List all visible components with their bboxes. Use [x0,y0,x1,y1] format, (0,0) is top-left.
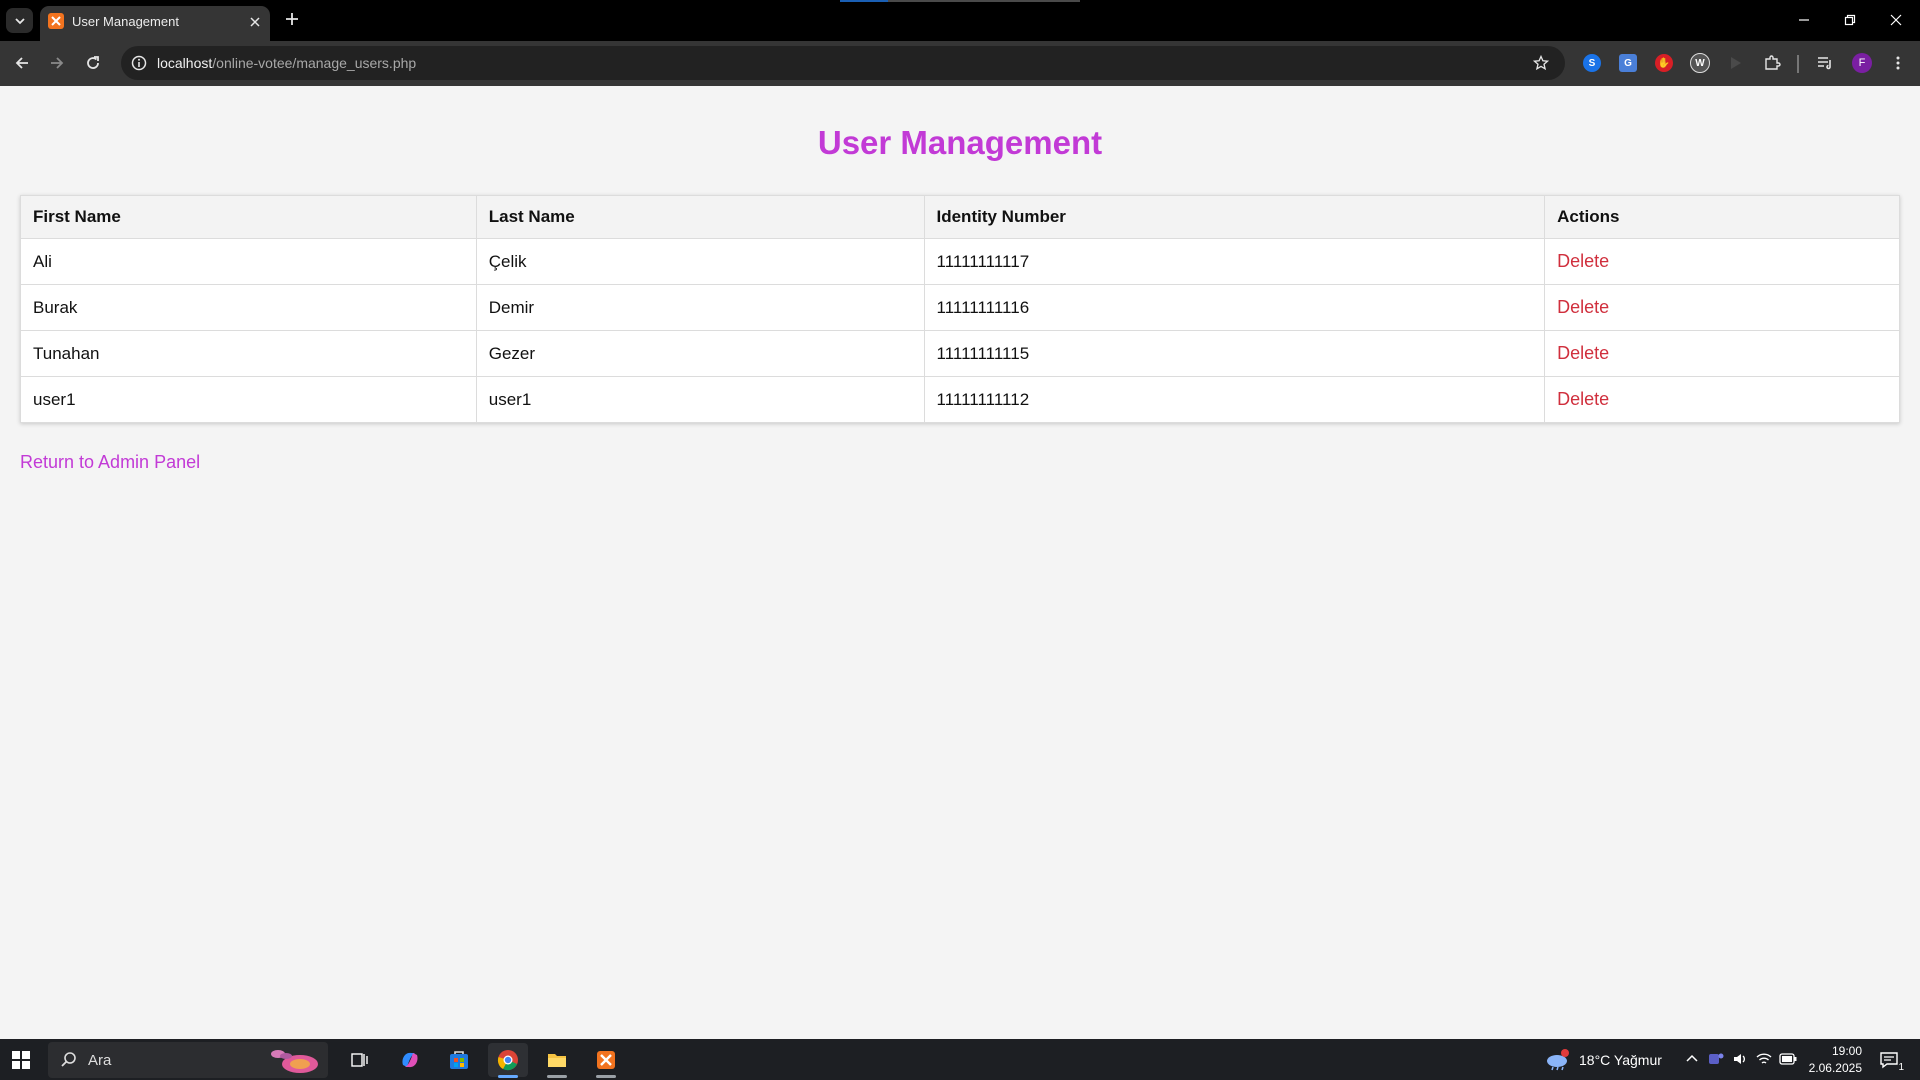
extension-shazam-icon[interactable]: S [1582,53,1602,73]
minimize-icon [1799,19,1809,21]
minimize-button[interactable] [1792,10,1816,30]
tab-strip: User Management [0,0,1920,41]
actions-cell: Delete [1544,284,1900,331]
first-name-cell: Burak [20,284,477,331]
column-header-last-name: Last Name [475,195,925,239]
rain-cloud-icon [1547,1049,1569,1071]
tab-title: User Management [72,14,179,29]
search-highlight-flower-icon [271,1050,318,1073]
actions-cell: Delete [1544,376,1900,423]
identity-number-cell: 11111111112 [923,376,1546,423]
toolbar-separator [1797,55,1799,73]
address-bar[interactable]: localhost/online-votee/manage_users.php [121,46,1565,80]
arrow-right-icon [51,57,64,69]
browser-menu-icon[interactable] [1888,53,1908,73]
extensions-puzzle-icon[interactable] [1762,53,1782,73]
close-icon [1890,14,1902,26]
actions-cell: Delete [1544,238,1900,285]
microsoft-store-icon[interactable] [439,1043,479,1077]
file-explorer-icon[interactable] [537,1043,577,1078]
bookmark-star-icon[interactable] [1531,53,1551,73]
arrow-left-icon [15,57,28,69]
system-clock[interactable]: 19:00 2.06.2025 [1802,1043,1862,1077]
reload-icon [87,56,99,69]
table-row: Tunahan Gezer 11111111115 Delete [20,330,1900,377]
teams-icon[interactable] [1707,1050,1725,1068]
reload-button[interactable] [81,51,105,75]
windows-start-icon[interactable] [10,1049,32,1071]
plus-icon [286,13,298,25]
actions-cell: Delete [1544,330,1900,377]
tab-search-button[interactable] [6,8,33,33]
table-row: Burak Demir 11111111116 Delete [20,284,1900,331]
page-content: User Management First Name Last Name Ide… [0,86,1920,1039]
table-row: Ali Çelik 11111111117 Delete [20,238,1900,285]
task-view-icon[interactable] [340,1043,380,1077]
clock-date: 2.06.2025 [1808,1061,1862,1075]
column-header-actions: Actions [1544,195,1900,239]
extension-red-hand-icon[interactable]: ✋ [1654,53,1674,73]
chevron-up-icon[interactable] [1683,1050,1701,1068]
restore-button[interactable] [1838,10,1862,30]
media-controls-icon[interactable] [1815,53,1835,73]
delete-user-link[interactable]: Delete [1557,297,1609,317]
last-name-cell: Gezer [475,330,925,377]
weather-widget[interactable]: 18°C Yağmur [1545,1049,1662,1071]
last-name-cell: Demir [475,284,925,331]
new-tab-button[interactable] [282,9,302,29]
delete-user-link[interactable]: Delete [1557,251,1609,271]
extension-w-icon[interactable]: W [1690,53,1710,73]
close-tab-icon[interactable] [245,12,265,32]
site-info-icon[interactable] [129,53,149,73]
column-header-first-name: First Name [20,195,477,239]
notification-count: 1 [1898,1062,1904,1073]
speaker-icon[interactable] [1731,1050,1749,1068]
search-icon [61,1052,76,1067]
browser-tab[interactable]: User Management [40,6,270,41]
column-header-identity-number: Identity Number [923,195,1546,239]
clock-time: 19:00 [1831,1044,1862,1058]
table-row: user1 user1 11111111112 Delete [20,376,1900,423]
extension-translate-icon[interactable]: G [1618,53,1638,73]
weather-text: 18°C Yağmur [1579,1052,1662,1068]
forward-button[interactable] [45,51,69,75]
first-name-cell: Ali [20,238,477,285]
last-name-cell: user1 [475,376,925,423]
delete-user-link[interactable]: Delete [1557,389,1609,409]
copilot-icon[interactable] [390,1043,430,1077]
identity-number-cell: 11111111116 [923,284,1546,331]
return-to-admin-panel-link[interactable]: Return to Admin Panel [20,452,200,473]
first-name-cell: user1 [20,376,477,423]
battery-icon[interactable] [1779,1050,1797,1068]
last-name-cell: Çelik [475,238,925,285]
delete-user-link[interactable]: Delete [1557,343,1609,363]
taskbar: Ara 18°C Yağmur 19:00 2.06.2025 1 [0,1039,1920,1080]
page-title: User Management [817,124,1103,161]
users-table: First Name Last Name Identity Number Act… [20,195,1900,423]
chrome-taskbar-icon[interactable] [488,1043,528,1078]
browser-toolbar: localhost/online-votee/manage_users.php … [0,41,1920,86]
close-window-button[interactable] [1884,10,1908,30]
wifi-icon[interactable] [1755,1050,1773,1068]
chevron-down-icon [14,17,25,24]
restore-icon [1844,14,1856,26]
xampp-taskbar-icon[interactable] [586,1043,626,1078]
profile-avatar[interactable]: F [1852,53,1872,73]
identity-number-cell: 11111111115 [923,330,1546,377]
notification-center-icon[interactable]: 1 [1878,1049,1904,1073]
loading-indicator [840,0,1080,2]
url-text[interactable]: localhost/online-votee/manage_users.php [157,55,416,71]
xampp-icon [48,13,64,29]
search-placeholder: Ara [88,1052,112,1069]
table-header-row: First Name Last Name Identity Number Act… [20,195,1900,239]
back-button[interactable] [10,51,34,75]
extension-arrow-icon[interactable] [1726,53,1746,73]
first-name-cell: Tunahan [20,330,477,377]
identity-number-cell: 11111111117 [923,238,1546,285]
taskbar-search-box[interactable]: Ara [48,1042,328,1078]
